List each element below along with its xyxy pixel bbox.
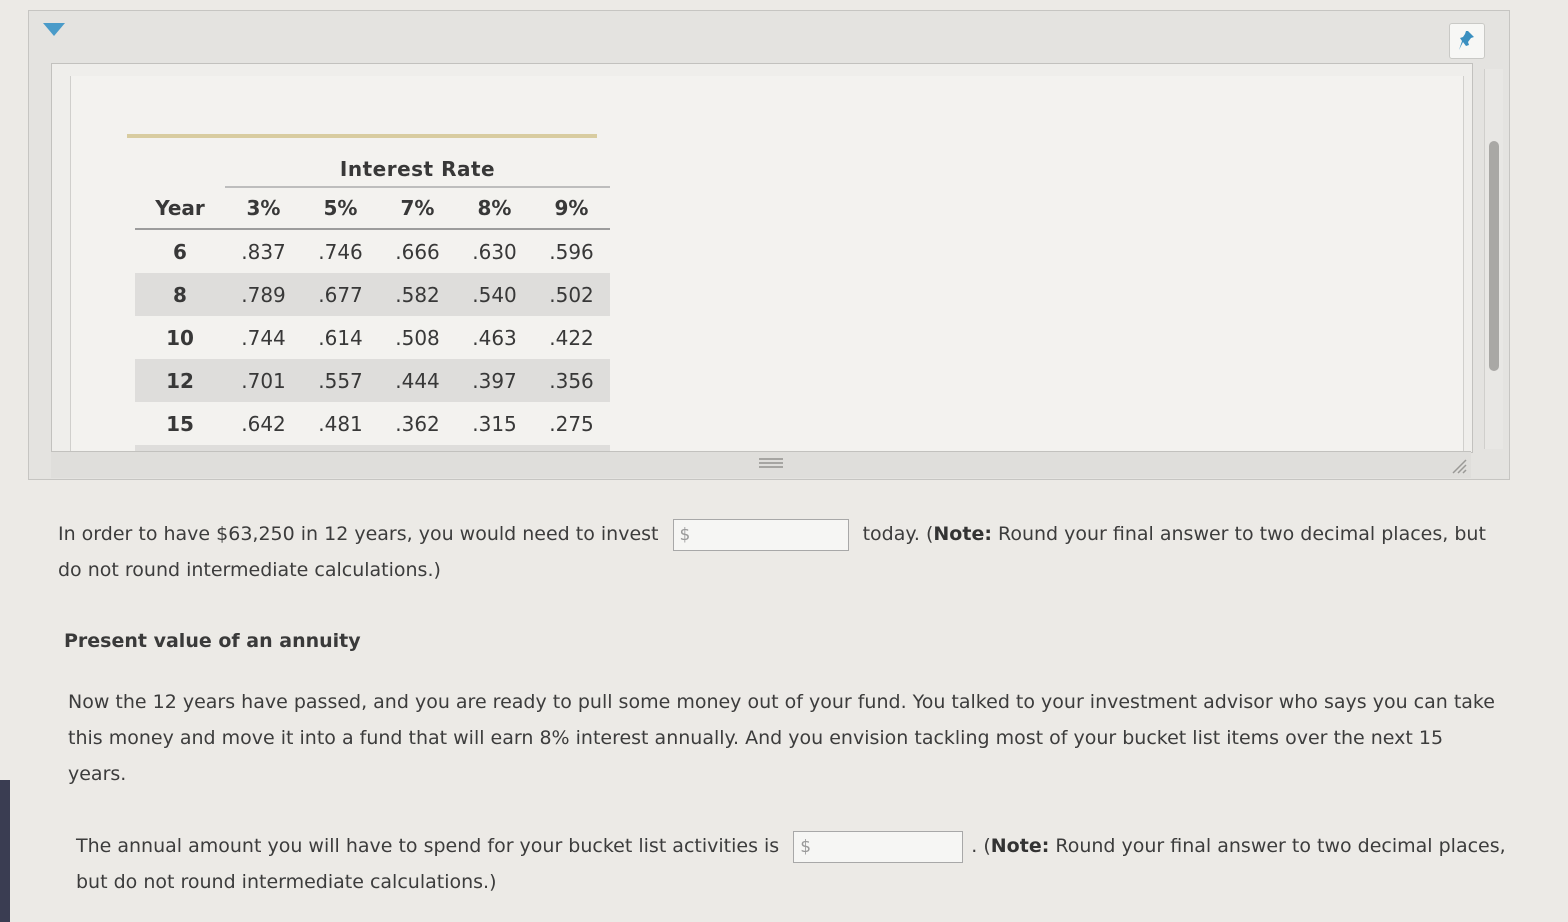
paragraph-line: years. (68, 763, 127, 785)
value-cell: .642 (241, 411, 286, 436)
value-cell: .463 (472, 325, 517, 350)
currency-symbol: $ (679, 524, 691, 545)
annual-amount-input[interactable] (814, 833, 961, 862)
year-cell: 6 (173, 239, 187, 264)
table-row: 10 .744 .614 .508 .463 .422 (135, 316, 610, 359)
pin-button[interactable] (1449, 23, 1485, 59)
value-cell: .397 (456, 359, 533, 402)
table-row: 12 .701 .557 .444 .397 .356 (135, 359, 610, 402)
resize-grip-icon[interactable] (759, 458, 783, 472)
invest-amount-field[interactable]: $ (672, 518, 849, 551)
interest-rate-header: Interest Rate (225, 152, 610, 188)
question-1: In order to have $63,250 in 12 years, yo… (58, 516, 1508, 588)
year-cell: 12 (135, 359, 225, 402)
paragraph-line: Now the 12 years have passed, and you ar… (68, 691, 1495, 713)
year-cell: 15 (166, 411, 194, 436)
note-label: Note: (990, 835, 1050, 857)
collapse-arrow-icon[interactable] (43, 23, 65, 36)
value-cell: .837 (241, 239, 286, 264)
rate-header: 9% (533, 187, 610, 230)
table-viewport: Interest Rate Year 3% 5% 7% 8% 9% 6 .837 (70, 76, 1464, 452)
present-value-table: Interest Rate Year 3% 5% 7% 8% 9% 6 .837 (135, 152, 610, 452)
value-cell: .701 (225, 359, 302, 402)
rate-header: 7% (379, 187, 456, 230)
question-2-suffix: . ( (971, 835, 991, 857)
question-1-note: Round your final answer to two decimal p… (991, 523, 1486, 545)
value-cell: .789 (225, 273, 302, 316)
paragraph-line: this money and move it into a fund that … (68, 727, 1444, 749)
note-label: Note: (933, 523, 992, 545)
rate-header: 3% (225, 187, 302, 230)
year-cell: 10 (166, 325, 194, 350)
table-row: 8 .789 .677 .582 .540 .502 (135, 273, 610, 316)
value-cell: .677 (302, 273, 379, 316)
question-2-line2: but do not round intermediate calculatio… (76, 871, 497, 893)
question-2: The annual amount you will have to spend… (76, 828, 1516, 900)
pin-icon (1459, 31, 1474, 50)
value-cell: .614 (318, 325, 363, 350)
table-top-rule (127, 134, 597, 138)
question-2-prefix: The annual amount you will have to spend… (76, 835, 780, 857)
question-1-suffix: today. ( (862, 523, 934, 545)
panel-footer (51, 451, 1471, 478)
value-cell: .540 (456, 273, 533, 316)
year-cell: 8 (135, 273, 225, 316)
annuity-paragraph: Now the 12 years have passed, and you ar… (68, 684, 1508, 792)
screen-edge (0, 780, 10, 922)
value-cell: .422 (549, 325, 594, 350)
section-title: Present value of an annuity (64, 630, 361, 652)
value-cell: .481 (318, 411, 363, 436)
value-cell: .444 (379, 359, 456, 402)
value-cell: .596 (549, 239, 594, 264)
value-cell: .362 (395, 411, 440, 436)
annual-amount-field[interactable]: $ (793, 830, 964, 863)
invest-amount-input[interactable] (693, 521, 846, 550)
question-2-note: Round your final answer to two decimal p… (1049, 835, 1506, 857)
currency-symbol: $ (800, 836, 812, 857)
value-cell: .315 (472, 411, 517, 436)
table-scroll-area[interactable]: Interest Rate Year 3% 5% 7% 8% 9% 6 .837 (51, 63, 1473, 453)
value-cell: .275 (549, 411, 594, 436)
value-cell: .744 (241, 325, 286, 350)
value-cell: .508 (395, 325, 440, 350)
value-cell: .630 (472, 239, 517, 264)
table-row: 6 .837 .746 .666 .630 .596 (135, 229, 610, 273)
vertical-scrollbar[interactable] (1484, 69, 1503, 449)
value-cell: .502 (533, 273, 610, 316)
value-cell: .582 (379, 273, 456, 316)
table-row: 15 .642 .481 .362 .315 .275 (135, 402, 610, 445)
question-1-prefix: In order to have $63,250 in 12 years, yo… (58, 523, 659, 545)
value-cell: .356 (533, 359, 610, 402)
table-panel: Interest Rate Year 3% 5% 7% 8% 9% 6 .837 (28, 10, 1510, 480)
value-cell: .557 (302, 359, 379, 402)
value-cell: .746 (318, 239, 363, 264)
scroll-thumb[interactable] (1489, 141, 1499, 371)
value-cell: .666 (395, 239, 440, 264)
rate-header: 8% (456, 187, 533, 230)
question-1-line2: do not round intermediate calculations.) (58, 559, 441, 581)
rate-header: 5% (302, 187, 379, 230)
resize-corner-icon[interactable] (1449, 456, 1467, 474)
year-header: Year (135, 187, 225, 230)
